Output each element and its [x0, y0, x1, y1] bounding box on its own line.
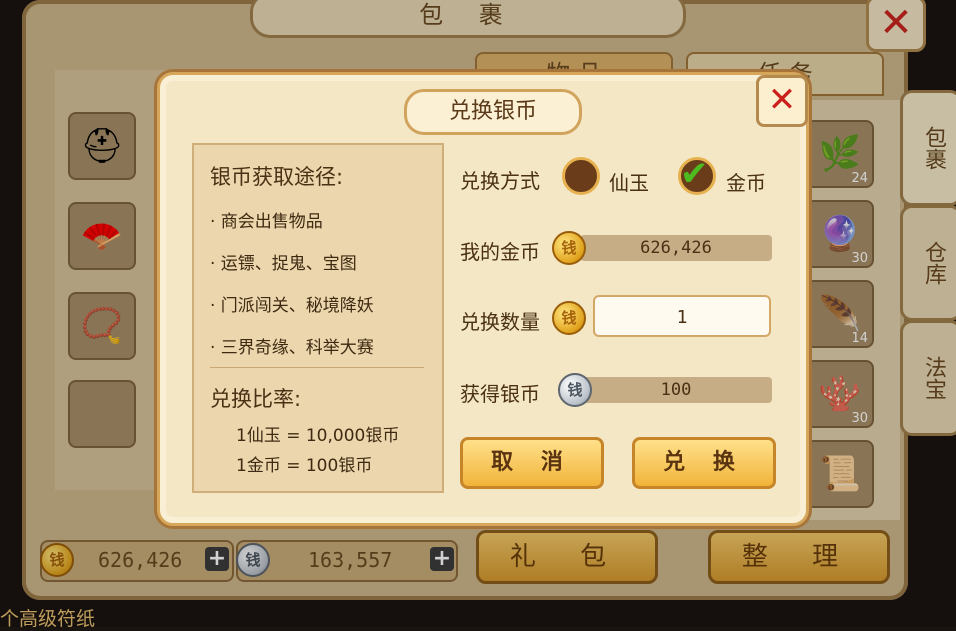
rate-xianyu: 1仙玉 = 10,000银币: [236, 426, 400, 446]
way-item: · 运镖、捉鬼、宝图: [210, 254, 357, 274]
check-icon: ✔: [680, 154, 709, 194]
quantity-input[interactable]: 1: [593, 295, 771, 337]
option-xianyu-label: 仙玉: [609, 171, 649, 195]
rate-gold: 1金币 = 100银币: [236, 456, 373, 476]
exchange-silver-dialog: 兑换银币 ✕ 银币获取途径: · 商会出售物品 · 运镖、捉鬼、宝图 · 门派闯…: [157, 72, 809, 526]
exchange-button[interactable]: 兑 换: [632, 437, 776, 489]
info-panel: 银币获取途径: · 商会出售物品 · 运镖、捉鬼、宝图 · 门派闯关、秘境降妖 …: [192, 143, 444, 493]
ways-heading: 银币获取途径:: [210, 165, 344, 189]
dialog-title: 兑换银币: [404, 89, 582, 135]
gold-coin-icon: 钱: [552, 231, 586, 265]
obtain-label: 获得银币: [460, 382, 540, 406]
silver-coin-icon: 钱: [558, 373, 592, 407]
gold-coin-icon: 钱: [552, 301, 586, 335]
dialog-close-button[interactable]: ✕: [756, 75, 808, 127]
radio-xianyu[interactable]: [562, 157, 600, 195]
divider: [210, 367, 424, 368]
option-gold-label: 金币: [726, 171, 766, 195]
my-gold-label: 我的金币: [460, 240, 540, 264]
way-item: · 三界奇缘、科举大赛: [210, 338, 374, 358]
close-icon: ✕: [767, 80, 797, 120]
way-item: · 门派闯关、秘境降妖: [210, 296, 374, 316]
method-label: 兑换方式: [460, 169, 540, 193]
rate-heading: 兑换比率:: [210, 387, 302, 411]
way-item: · 商会出售物品: [210, 212, 323, 232]
cancel-button[interactable]: 取 消: [460, 437, 604, 489]
quantity-label: 兑换数量: [460, 310, 540, 334]
my-gold-value: 626,426: [580, 235, 772, 261]
obtain-value: 100: [580, 377, 772, 403]
